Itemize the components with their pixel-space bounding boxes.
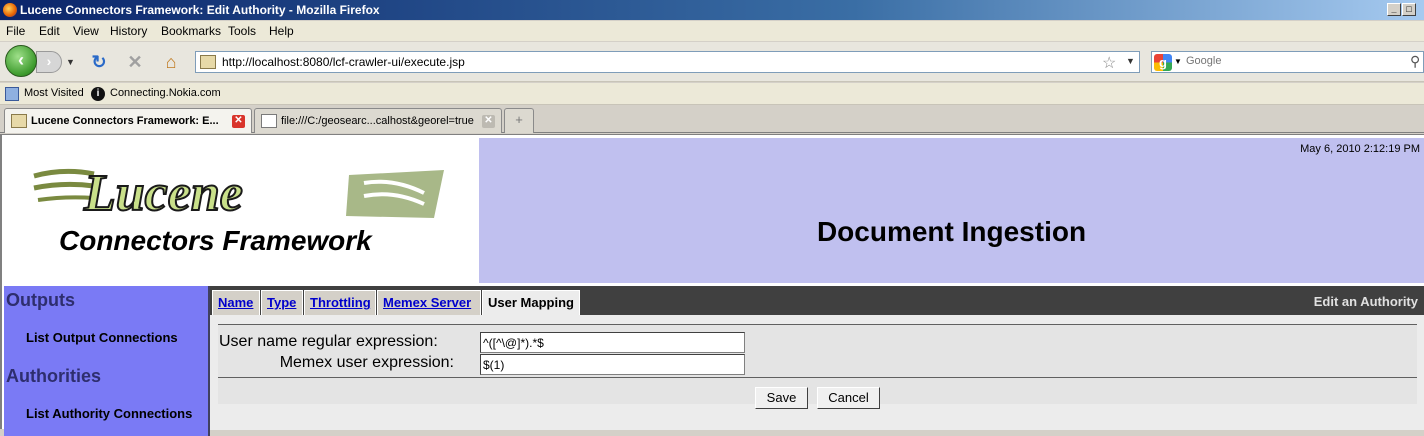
user-mapping-form: User name regular expression: Memex user… (218, 324, 1417, 409)
most-visited-icon (5, 87, 19, 101)
regex-label: User name regular expression: (219, 333, 438, 350)
menu-bookmarks[interactable]: Bookmarks (161, 24, 221, 38)
close-tab-icon[interactable]: ✕ (482, 115, 495, 128)
lucene-favicon-icon (11, 114, 27, 128)
menu-bar: File Edit View History Bookmarks Tools H… (0, 21, 1424, 41)
page-viewport: Lucene Connectors Framework May 6, 2010 … (0, 134, 1424, 436)
menu-view[interactable]: View (73, 24, 99, 38)
menu-file[interactable]: File (6, 24, 25, 38)
sidebar-section-authorities: Authorities (6, 366, 102, 386)
close-tab-icon[interactable]: ✕ (232, 115, 245, 128)
sidebar-item-list-output-connections[interactable]: List Output Connections (26, 330, 178, 345)
logo-connectors-text: Connectors Framework (59, 225, 373, 256)
bookmark-connecting-nokia[interactable]: Connecting.Nokia.com (110, 87, 221, 99)
url-input[interactable] (222, 54, 1082, 70)
menu-edit[interactable]: Edit (39, 24, 60, 38)
firefox-icon (3, 3, 17, 17)
tab-type[interactable]: Type (261, 290, 303, 315)
tab-name-link[interactable]: Name (218, 295, 253, 310)
logo: Lucene Connectors Framework (4, 138, 479, 283)
menu-history[interactable]: History (110, 24, 147, 38)
bookmarks-toolbar: Most Visited i Connecting.Nokia.com (0, 83, 1424, 105)
new-tab-button[interactable]: + (504, 108, 534, 133)
tab-memex-server[interactable]: Memex Server (377, 290, 481, 315)
search-bar[interactable]: g ▼ ⚲ (1151, 51, 1424, 73)
page-tab-bar: Name Type Throttling Memex Server User M… (210, 286, 1424, 317)
browser-tab-label: file:///C:/geosearc...calhost&georel=tru… (281, 115, 474, 127)
back-button[interactable]: ‹ (5, 45, 37, 77)
bookmark-star-icon[interactable]: ☆ (1102, 53, 1116, 73)
form-divider (218, 377, 1417, 378)
tab-memex-server-link[interactable]: Memex Server (383, 295, 471, 310)
site-favicon (200, 55, 216, 69)
tab-type-link[interactable]: Type (267, 295, 296, 310)
minimize-button[interactable]: _ (1387, 3, 1401, 16)
browser-tab[interactable]: file:///C:/geosearc...calhost&georel=tru… (254, 108, 502, 133)
lucene-logo-icon: Lucene Connectors Framework (33, 164, 444, 256)
history-dropdown-icon[interactable]: ▼ (66, 57, 76, 67)
browser-tab-strip: Lucene Connectors Framework: E... ✕ file… (0, 106, 1424, 133)
tab-user-mapping[interactable]: User Mapping (482, 290, 580, 317)
page-context-label: Edit an Authority (1313, 294, 1418, 309)
google-icon[interactable]: g (1154, 54, 1172, 71)
file-icon (261, 114, 277, 128)
menu-help[interactable]: Help (269, 24, 294, 38)
forward-button[interactable]: › (36, 51, 62, 73)
window-titlebar: Lucene Connectors Framework: Edit Author… (0, 0, 1424, 20)
memex-input[interactable] (480, 354, 745, 375)
navigation-toolbar: › ‹ ▼ ↻ ✕ ⌂ ☆ ▼ g ▼ ⚲ (0, 42, 1424, 82)
tab-throttling-link[interactable]: Throttling (310, 295, 371, 310)
browser-tab-active[interactable]: Lucene Connectors Framework: E... ✕ (4, 108, 252, 133)
cancel-button[interactable]: Cancel (817, 387, 880, 409)
search-engine-dropdown-icon[interactable]: ▼ (1174, 57, 1182, 66)
search-icon[interactable]: ⚲ (1410, 53, 1420, 70)
regex-input[interactable] (480, 332, 745, 353)
save-button[interactable]: Save (755, 387, 808, 409)
maximize-button[interactable]: □ (1402, 3, 1416, 16)
url-bar[interactable]: ☆ ▼ (195, 51, 1140, 73)
tab-throttling[interactable]: Throttling (304, 290, 376, 315)
main-content: User name regular expression: Memex user… (210, 315, 1424, 430)
bookmark-most-visited[interactable]: Most Visited (24, 87, 84, 99)
timestamp: May 6, 2010 2:12:19 PM (1300, 143, 1420, 155)
tab-name[interactable]: Name (212, 290, 260, 315)
memex-label: Memex user expression: (279, 354, 454, 371)
window-title: Lucene Connectors Framework: Edit Author… (20, 3, 380, 17)
home-icon[interactable]: ⌂ (161, 52, 181, 72)
page-title: Document Ingestion (816, 216, 1087, 247)
header-banner: May 6, 2010 2:12:19 PM Document Ingestio… (479, 138, 1424, 283)
reload-icon[interactable]: ↻ (89, 52, 109, 72)
sidebar-section-outputs: Outputs (6, 290, 75, 310)
logo-lucene-text: Lucene (83, 165, 243, 222)
sidebar: Outputs List Output Connections Authorit… (4, 286, 210, 436)
stop-icon[interactable]: ✕ (125, 52, 145, 72)
url-dropdown-icon[interactable]: ▼ (1126, 56, 1135, 66)
browser-tab-label: Lucene Connectors Framework: E... (31, 115, 219, 127)
search-input[interactable] (1186, 55, 1406, 67)
menu-tools[interactable]: Tools (228, 24, 256, 38)
info-icon: i (91, 87, 105, 101)
sidebar-item-list-authority-connections[interactable]: List Authority Connections (26, 406, 192, 421)
